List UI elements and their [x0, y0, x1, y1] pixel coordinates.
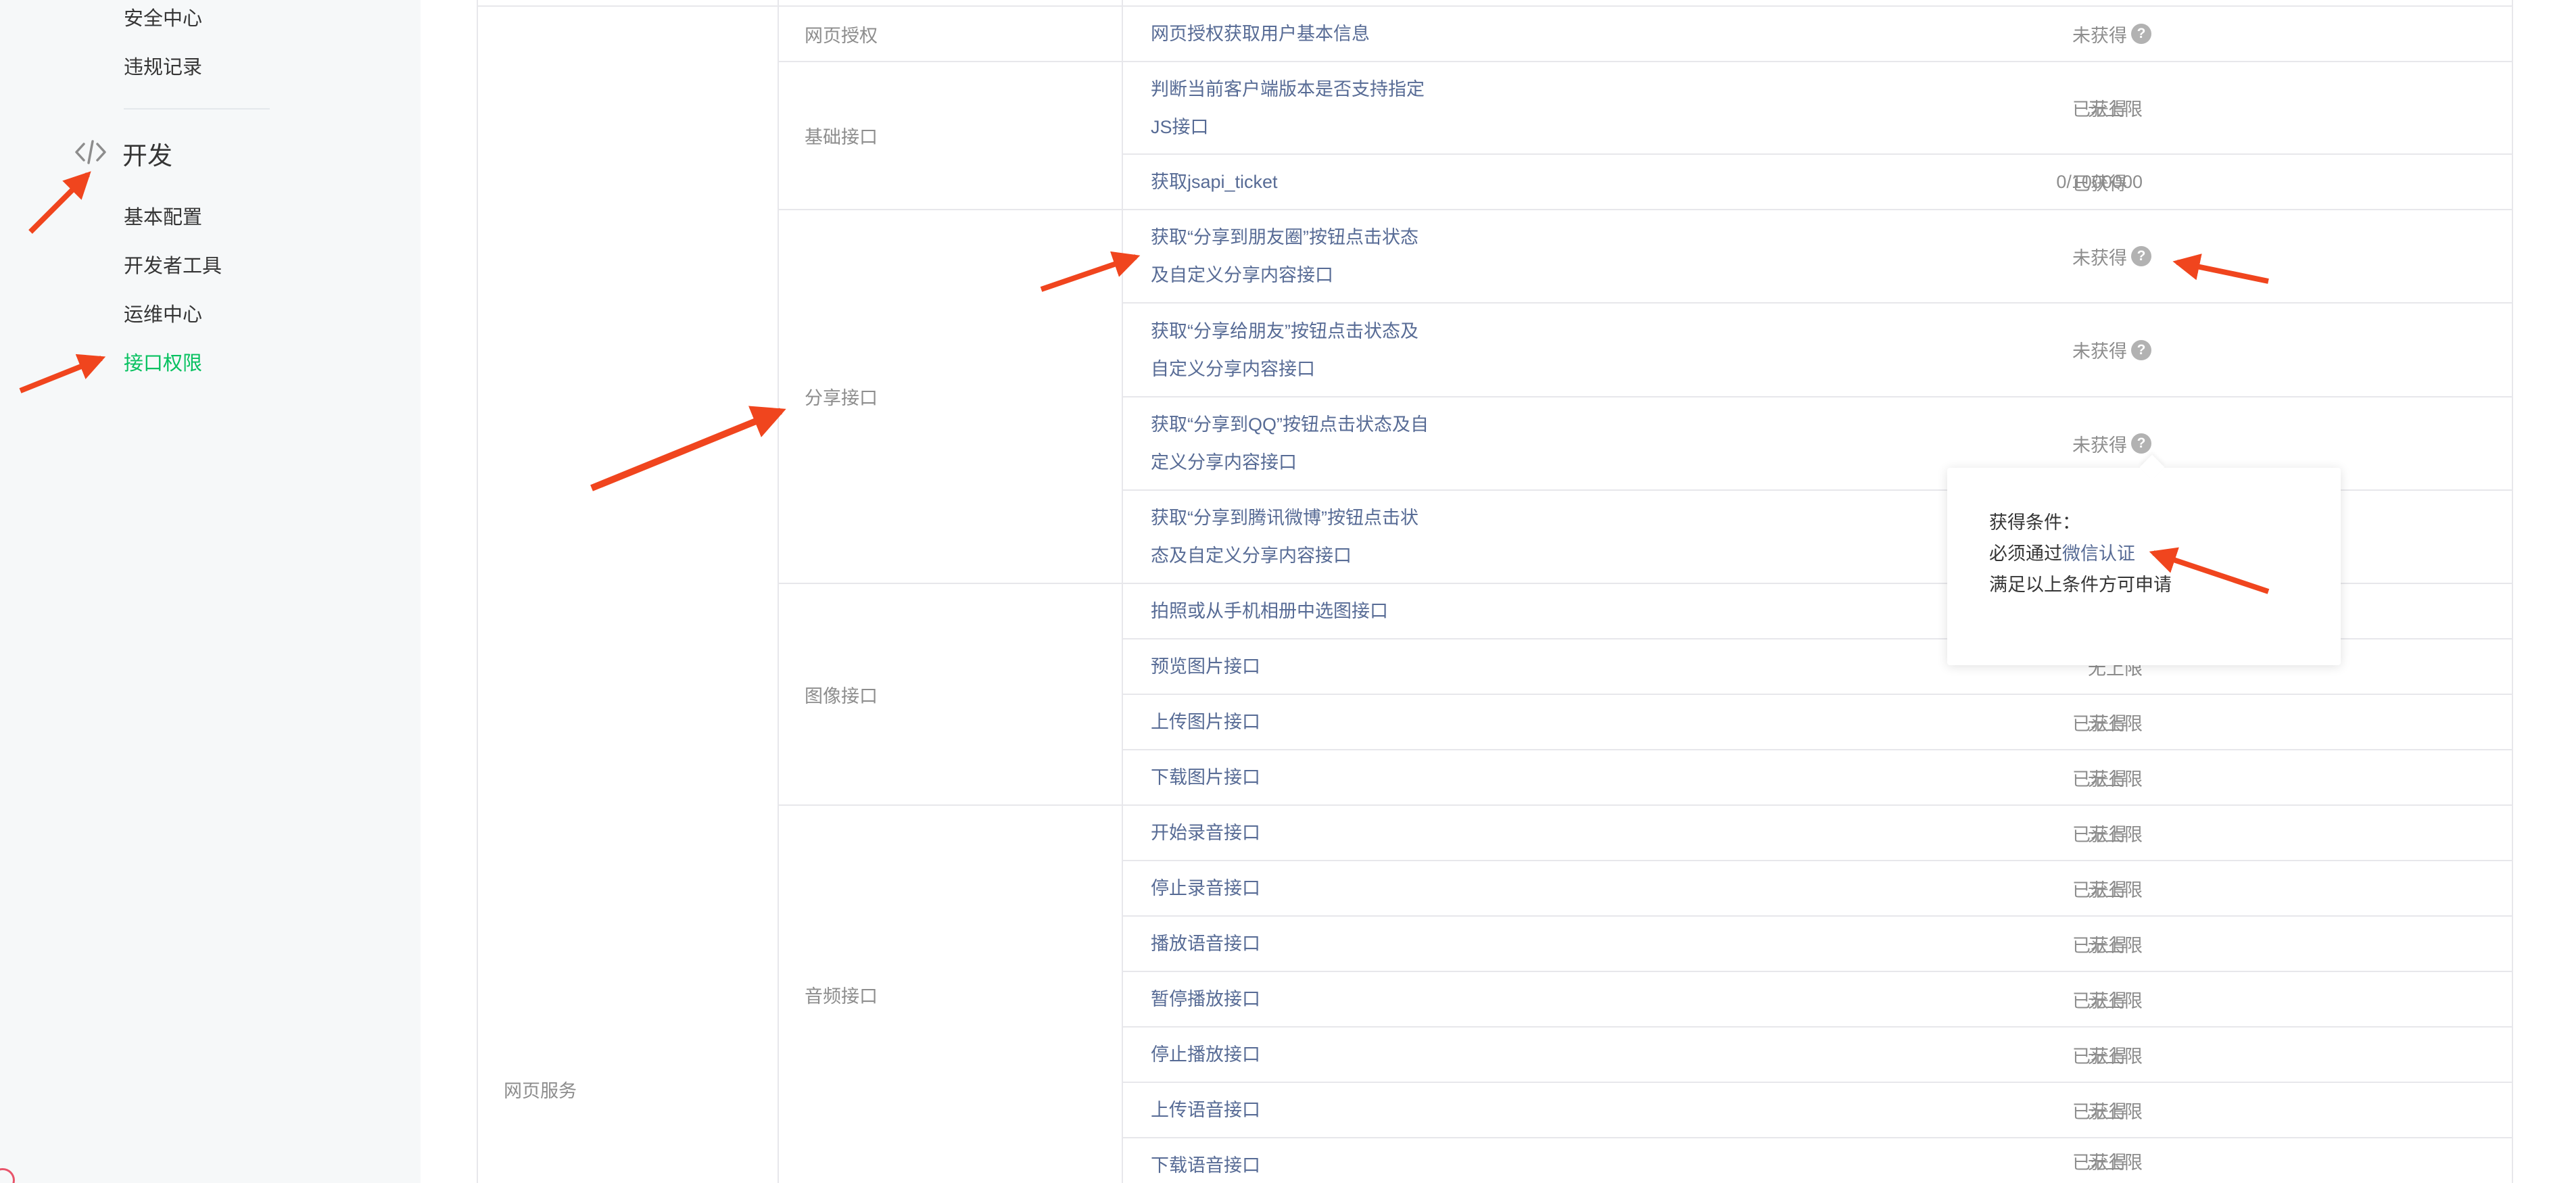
api-name-link[interactable]: 网页授权获取用户基本信息: [1151, 7, 1462, 61]
api-name-link[interactable]: 上传语音接口: [1151, 1083, 1556, 1137]
api-name-link[interactable]: 预览图片接口: [1151, 639, 1556, 694]
status-text: 已获得: [2072, 173, 2127, 194]
sidebar-item-developer-tools[interactable]: 开发者工具: [124, 250, 222, 279]
tooltip-note: 满足以上条件方可申请: [1989, 575, 2172, 595]
tooltip-title: 获得条件：: [1989, 512, 2080, 533]
api-name-link[interactable]: 获取“分享到朋友圈”按钮点击状态及自定义分享内容接口: [1151, 210, 1435, 302]
status-text: 已获得: [2072, 824, 2127, 845]
help-icon[interactable]: ?: [2131, 339, 2151, 360]
status-cell: 未获得 ?: [2072, 7, 2275, 61]
api-name-link[interactable]: 下载图片接口: [1151, 750, 1556, 804]
status-cell: 未获得 ?: [2072, 210, 2275, 302]
api-name-link[interactable]: 下载语音接口: [1151, 1138, 1556, 1183]
category-label: 音频接口: [805, 986, 878, 1007]
status-text: 已获得: [2072, 879, 2127, 900]
api-name-link[interactable]: 停止录音接口: [1151, 861, 1556, 915]
category-label: 分享接口: [805, 388, 878, 408]
api-name-link[interactable]: 暂停播放接口: [1151, 972, 1556, 1026]
api-name-link[interactable]: 上传图片接口: [1151, 695, 1556, 749]
status-text: 未获得: [2072, 247, 2127, 268]
help-icon[interactable]: ?: [2131, 433, 2151, 454]
status-cell: 未获得 ?: [2072, 304, 2275, 396]
category-label: 基础接口: [805, 127, 878, 147]
sidebar-group-label: 开发: [122, 142, 172, 170]
sidebar-divider: [124, 108, 270, 110]
api-name-link[interactable]: 获取“分享到腾讯微博”按钮点击状态及自定义分享内容接口: [1151, 491, 1435, 583]
status-text: 未获得: [2072, 341, 2127, 362]
status-text: 已获得: [2072, 990, 2127, 1011]
help-icon[interactable]: ?: [2131, 24, 2151, 44]
status-text: 已获得: [2072, 713, 2127, 734]
api-name-link[interactable]: 播放语音接口: [1151, 917, 1556, 971]
status-text: 已获得: [2072, 769, 2127, 790]
api-name-link[interactable]: 拍照或从手机相册中选图接口: [1151, 584, 1556, 638]
api-name-link[interactable]: 获取“分享给朋友”按钮点击状态及自定义分享内容接口: [1151, 304, 1435, 396]
api-name-link[interactable]: 开始录音接口: [1151, 806, 1556, 860]
wechat-verification-link[interactable]: 微信认证: [2062, 544, 2135, 564]
status-text: 已获得: [2072, 1101, 2127, 1122]
api-name-link[interactable]: 获取jsapi_ticket: [1151, 155, 1556, 209]
api-name-link[interactable]: 停止播放接口: [1151, 1028, 1556, 1082]
sidebar-group-develop[interactable]: 开发: [74, 137, 172, 170]
status-text: 已获得: [2072, 1046, 2127, 1067]
sidebar-item-violation-records[interactable]: 违规记录: [124, 51, 202, 80]
category-label: 图像接口: [805, 685, 878, 706]
status-text: 未获得: [2072, 435, 2127, 456]
status-text: 已获得: [2072, 935, 2127, 956]
status-text: 未获得: [2072, 25, 2127, 46]
category-label: 网页授权: [805, 25, 878, 46]
column-divider: [1122, 0, 1123, 1183]
sidebar: 安全中心 违规记录 开发 基本配置 开发者工具 运维中心 接口权限: [0, 0, 421, 1183]
help-icon[interactable]: ?: [2131, 246, 2151, 266]
status-text: 已获得: [2072, 99, 2127, 120]
sidebar-item-basic-config[interactable]: 基本配置: [124, 201, 202, 230]
sidebar-item-api-permissions[interactable]: 接口权限: [124, 347, 202, 376]
corner-badge-icon: [0, 1168, 15, 1183]
tooltip-requirement-prefix: 必须通过: [1989, 544, 2062, 564]
sidebar-item-ops-center[interactable]: 运维中心: [124, 299, 202, 327]
service-category-label: 网页服务: [504, 1080, 577, 1101]
tooltip-requirement: 必须通过微信认证: [1989, 538, 2341, 569]
api-name-link[interactable]: 获取“分享到QQ”按钮点击状态及自定义分享内容接口: [1151, 397, 1435, 489]
sidebar-item-security-center[interactable]: 安全中心: [124, 3, 202, 31]
status-text: 已获得: [2072, 1152, 2127, 1173]
acquire-condition-tooltip: 获得条件： 必须通过微信认证 满足以上条件方可申请: [1947, 468, 2341, 665]
api-name-link[interactable]: 判断当前客户端版本是否支持指定JS接口: [1151, 62, 1435, 153]
code-icon: [74, 139, 107, 169]
